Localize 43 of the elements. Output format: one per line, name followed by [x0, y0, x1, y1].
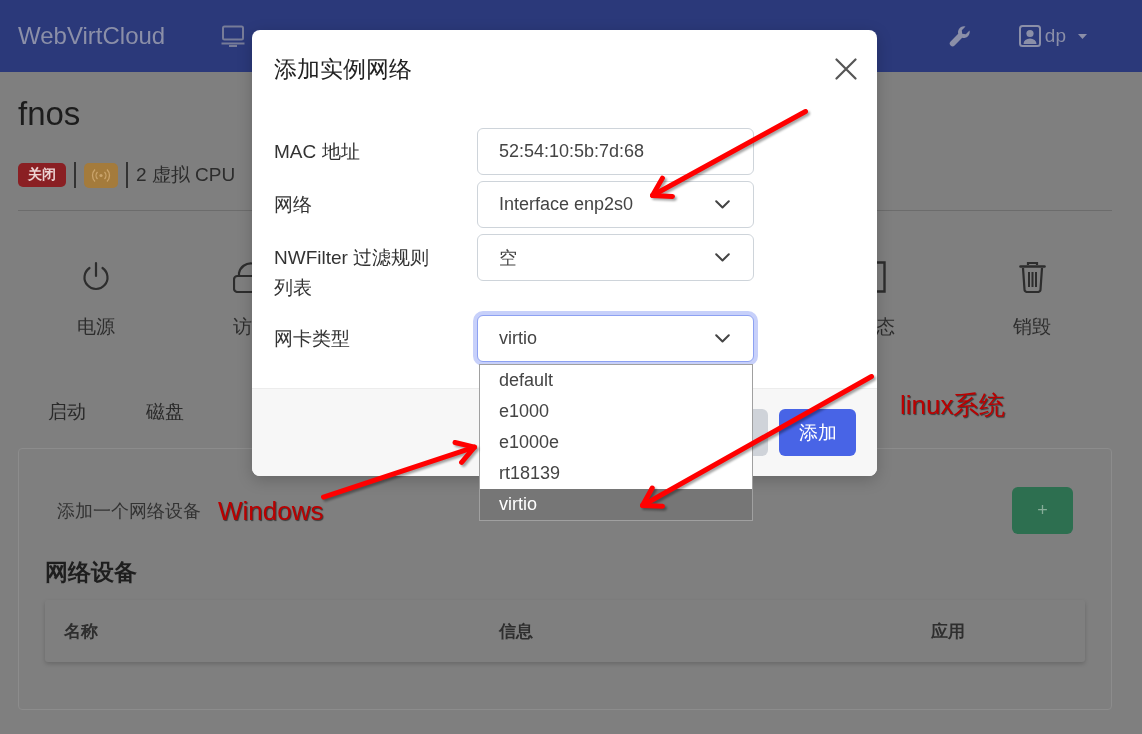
- tab[interactable]: 启动: [18, 400, 116, 426]
- column-header: 应用: [930, 620, 966, 643]
- cpu-count: 2 虚拟 CPU: [136, 163, 236, 187]
- caret-icon: [1078, 33, 1087, 39]
- action-label[interactable]: 态: [876, 315, 895, 339]
- column-header: 名称: [63, 620, 99, 643]
- power-icon[interactable]: [81, 261, 111, 293]
- section-heading: 网络设备: [45, 558, 137, 587]
- tab[interactable]: 磁盘: [116, 400, 214, 426]
- action-label[interactable]: 访: [233, 315, 252, 339]
- status-badge: 关闭: [18, 163, 66, 187]
- instance-name: fnos: [18, 94, 81, 134]
- brand-name[interactable]: WebVirtCloud: [18, 21, 166, 51]
- annotation-label: linux系统: [900, 390, 1006, 420]
- broadcast-icon: [84, 162, 118, 188]
- field-label: MAC 地址: [274, 140, 361, 164]
- wrench-icon[interactable]: [948, 25, 971, 47]
- annotation-label: Windows: [218, 496, 324, 526]
- close-button[interactable]: [835, 58, 857, 80]
- chevron-down-icon: [715, 253, 730, 262]
- user-menu[interactable]: dp: [1018, 25, 1087, 47]
- chevron-down-icon: [715, 334, 730, 343]
- select-field[interactable]: Interface enp2s0: [477, 181, 754, 228]
- submit-button[interactable]: 添加: [779, 409, 856, 456]
- chevron-down-icon: [715, 200, 730, 209]
- add-button[interactable]: +: [1012, 487, 1073, 534]
- bracket-icon[interactable]: [876, 261, 886, 293]
- action-label[interactable]: 电源: [77, 315, 115, 339]
- text-input[interactable]: 52:54:10:5b:7d:68: [477, 128, 754, 175]
- dropdown-option[interactable]: virtio: [480, 489, 752, 520]
- select-field[interactable]: 空: [477, 234, 754, 281]
- modal-title: 添加实例网络: [274, 55, 412, 84]
- field-label: 网络: [274, 193, 313, 217]
- monitor-icon[interactable]: [221, 25, 246, 47]
- close-icon: [835, 58, 857, 80]
- field-label: 网卡类型: [274, 327, 351, 351]
- trash-icon[interactable]: [1018, 261, 1046, 293]
- add-network-text: 添加一个网络设备: [57, 499, 201, 523]
- lock-icon[interactable]: [233, 261, 252, 293]
- field-label: NWFilter 过滤规则列表: [274, 246, 431, 300]
- user-icon: [1018, 25, 1041, 47]
- action-label[interactable]: 销毁: [1013, 315, 1051, 339]
- column-header: 信息: [498, 620, 534, 643]
